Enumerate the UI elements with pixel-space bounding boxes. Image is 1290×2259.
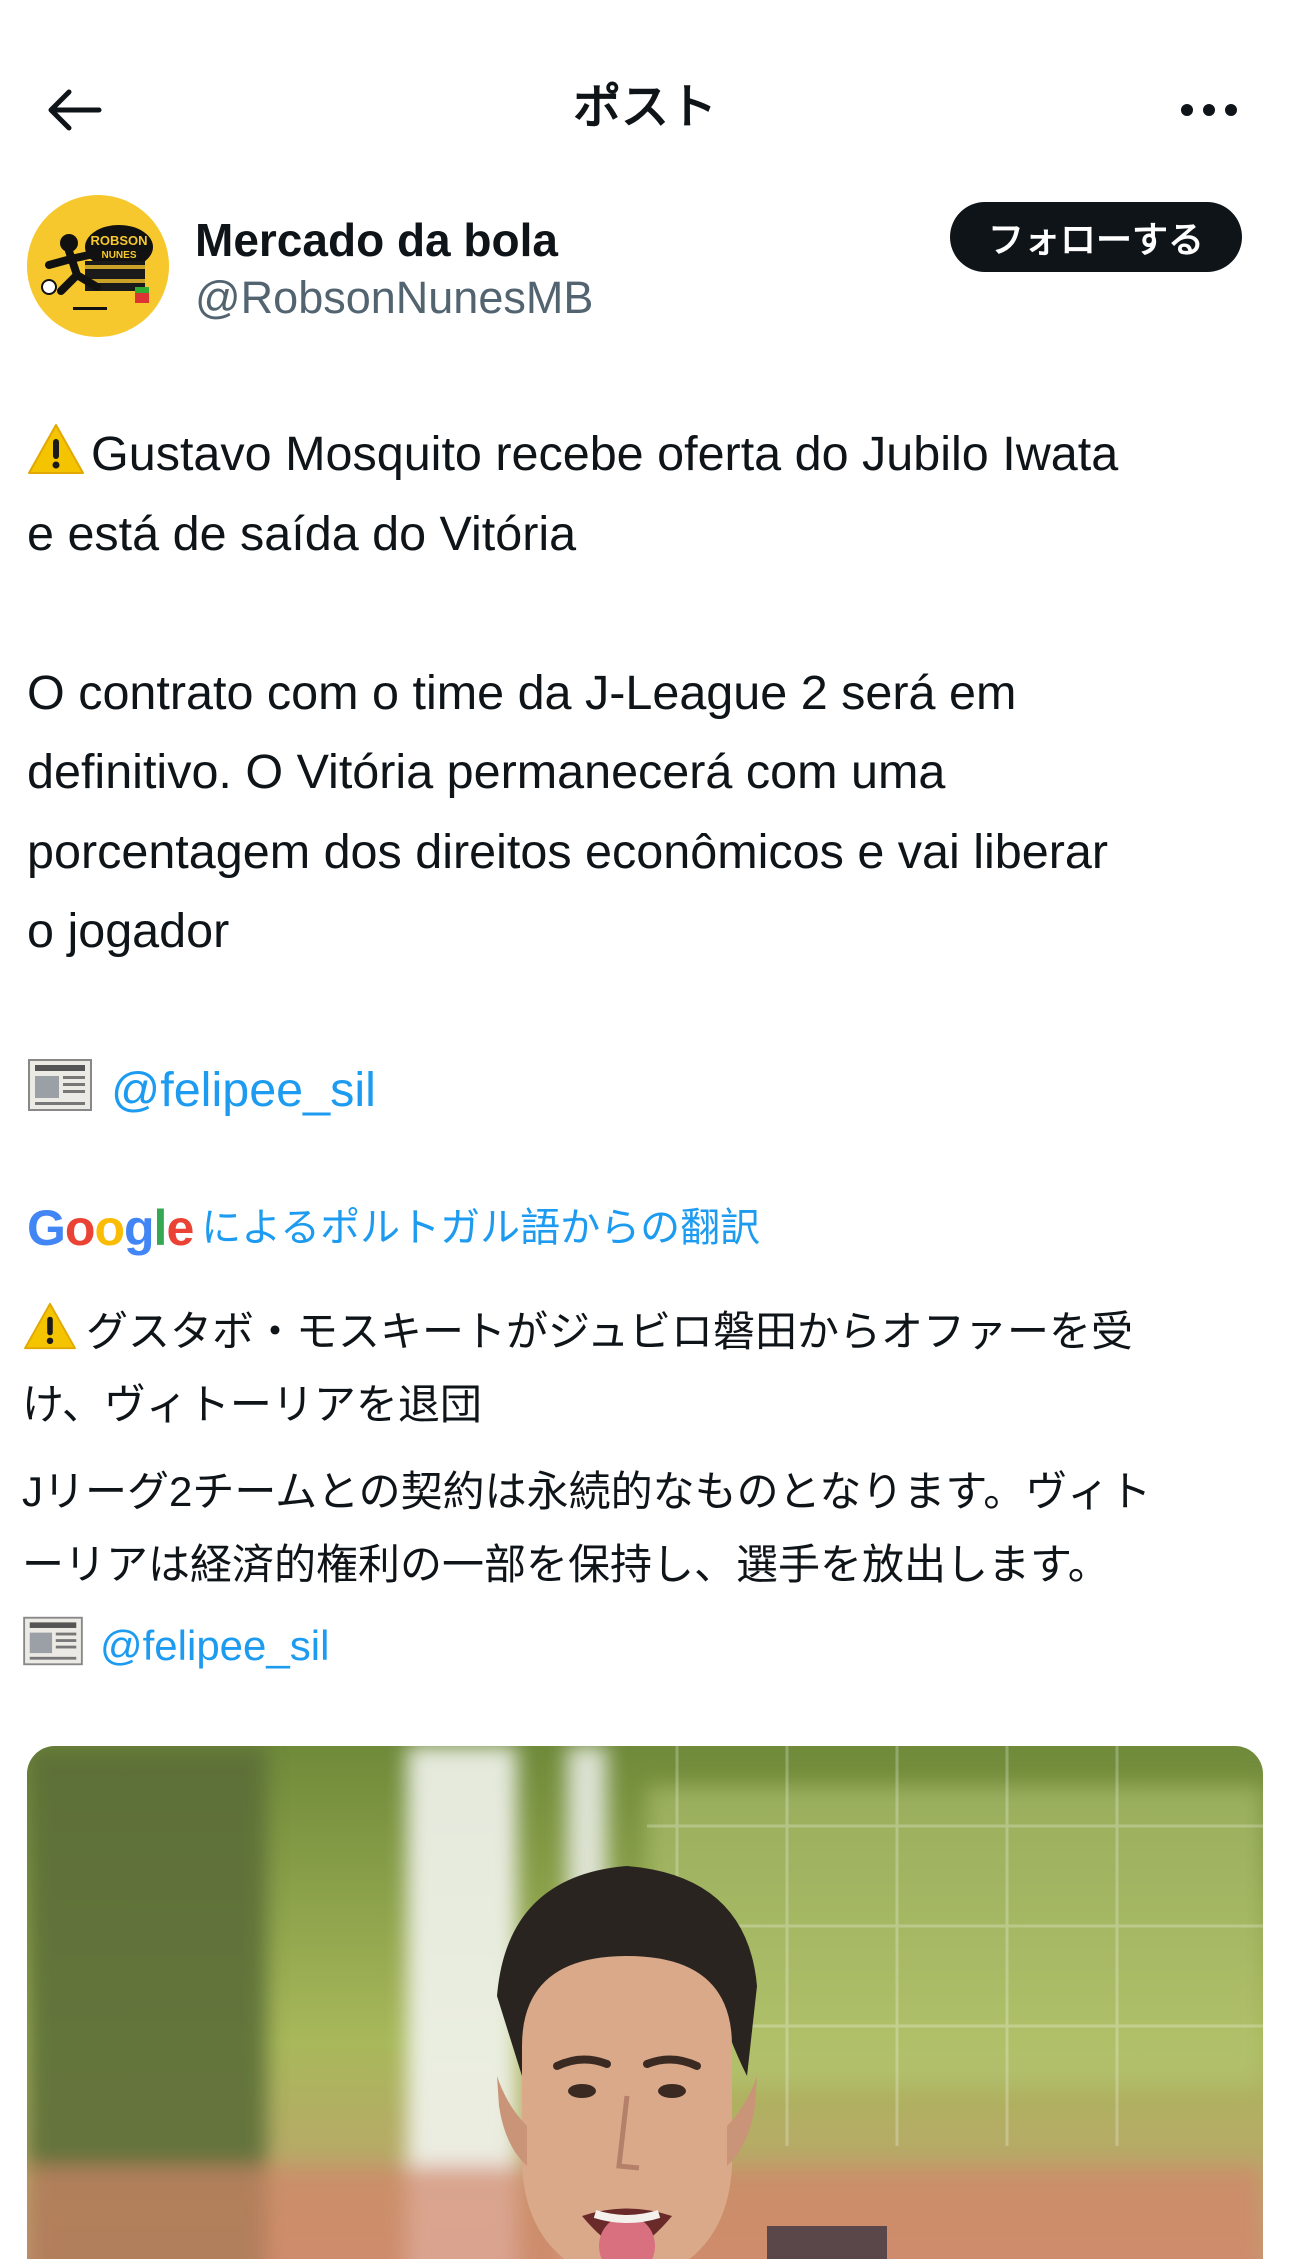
translated-headline-1: グスタボ・モスキートがジュビロ磐田からオファーを受	[86, 1308, 1134, 1355]
warning-emoji-icon	[24, 1302, 76, 1350]
avatar-text-1: ROBSON	[90, 233, 147, 248]
post-media-image[interactable]	[27, 1746, 1263, 2259]
top-nav-bar: ポスト	[0, 0, 1290, 170]
post-paragraph-line: definitivo. O Vitória permanecerá com um…	[27, 745, 946, 799]
post-detail-page: ポスト ROBSON NUNES Mercado da bola @Robson…	[0, 0, 1290, 2259]
avatar[interactable]: ROBSON NUNES	[27, 195, 169, 337]
translation-attribution: Google によるポルトガル語からの翻訳	[27, 1198, 760, 1258]
avatar-logo-image: ROBSON NUNES	[27, 195, 169, 337]
translated-headline-2: け、ヴィトーリアを退団	[22, 1381, 482, 1428]
author-handle[interactable]: @RobsonNunesMB	[195, 270, 593, 326]
newspaper-emoji-icon	[28, 1059, 92, 1111]
translation-label[interactable]: によるポルトガル語からの翻訳	[201, 1200, 760, 1256]
post-body: Gustavo Mosquito recebe oferta do Jubilo…	[27, 415, 1272, 1131]
post-headline-1: Gustavo Mosquito recebe oferta do Jubilo…	[91, 427, 1119, 481]
post-paragraph-line: porcentagem dos direitos econômicos e va…	[27, 824, 1109, 879]
translated-line: グスタボ・モスキートがジュビロ磐田からオファーを受	[22, 1295, 1272, 1368]
more-horizontal-icon	[1181, 104, 1237, 116]
post-line: Gustavo Mosquito recebe oferta do Jubilo…	[27, 415, 1272, 495]
page-title: ポスト	[572, 81, 717, 134]
translated-body: グスタボ・モスキートがジュビロ磐田からオファーを受 け、ヴィトーリアを退団 Jリ…	[22, 1295, 1272, 1682]
post-paragraph-line: o jogador	[27, 904, 230, 958]
more-options-button[interactable]	[1164, 72, 1254, 148]
post-headline-2: e está de saída do Vitória	[27, 506, 577, 561]
translated-paragraph-line: Jリーグ2チームとの契約は永続的なものとなります。ヴィト	[22, 1468, 1152, 1515]
mention-link[interactable]: @felipee_sil	[100, 1622, 329, 1669]
google-logo: Google	[27, 1200, 194, 1256]
newspaper-emoji-icon	[23, 1616, 83, 1666]
mention-link[interactable]: @felipee_sil	[111, 1063, 376, 1117]
post-paragraph-line: O contrato com o time da J-League 2 será…	[27, 665, 1017, 720]
translated-paragraph-line: ーリアは経済的権利の一部を保持し、選手を放出します。	[22, 1541, 1110, 1588]
avatar-text-2: NUNES	[101, 250, 136, 261]
translated-source-line: @felipee_sil	[22, 1609, 1272, 1682]
player-photo	[27, 1746, 1263, 2259]
author-name[interactable]: Mercado da bola	[195, 212, 558, 268]
warning-emoji-icon	[28, 424, 84, 474]
post-source-line: @felipee_sil	[27, 1051, 1272, 1131]
follow-button[interactable]: フォローする	[950, 202, 1242, 272]
